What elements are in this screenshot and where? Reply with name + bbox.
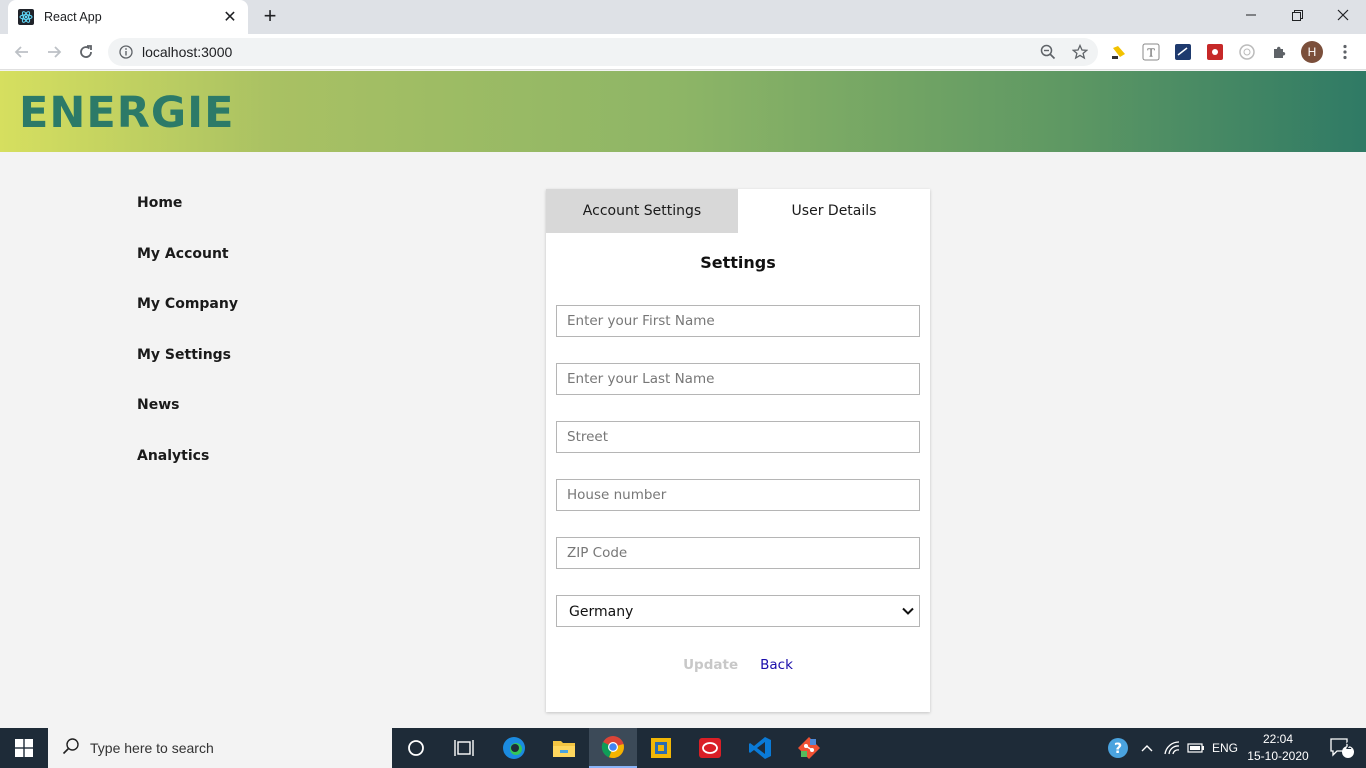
update-button[interactable]: Update	[683, 657, 738, 673]
last-name-input[interactable]	[556, 363, 920, 395]
zoom-icon[interactable]	[1036, 40, 1060, 64]
back-arrow-icon[interactable]	[10, 40, 34, 64]
brand-logo-text: ENERGIE	[19, 88, 235, 138]
tab-account-settings[interactable]: Account Settings	[546, 189, 738, 233]
extension-red-icon[interactable]	[1204, 41, 1226, 63]
battery-icon[interactable]	[1184, 728, 1208, 768]
windows-start-icon[interactable]	[0, 728, 48, 768]
bookmark-star-icon[interactable]	[1068, 40, 1092, 64]
language-indicator[interactable]: ENG	[1212, 741, 1238, 755]
tab-close-icon[interactable]: ✕	[222, 7, 238, 27]
notification-count: 2	[1346, 741, 1352, 752]
task-view-icon[interactable]	[440, 728, 488, 768]
minimize-icon[interactable]	[1228, 0, 1274, 30]
taskbar-search-placeholder: Type here to search	[90, 740, 214, 756]
taskbar-clock[interactable]: 22:04 15-10-2020	[1244, 731, 1312, 765]
extension-terminal-icon[interactable]	[1172, 41, 1194, 63]
menu-kebab-icon[interactable]	[1334, 41, 1356, 63]
creative-cloud-icon[interactable]	[686, 728, 734, 768]
edge-browser-icon[interactable]	[490, 728, 538, 768]
wifi-icon[interactable]	[1160, 728, 1184, 768]
new-tab-icon[interactable]: +	[258, 5, 282, 29]
house-number-input[interactable]	[556, 479, 920, 511]
svg-text:?: ?	[1114, 741, 1122, 757]
tab-title: React App	[44, 10, 102, 24]
windows-taskbar: Type here to search ? ENG 22:04 15-10-20…	[0, 728, 1366, 768]
reload-icon[interactable]	[74, 40, 98, 64]
react-favicon-icon	[18, 9, 34, 25]
file-explorer-icon[interactable]	[540, 728, 588, 768]
restore-icon[interactable]	[1274, 0, 1320, 30]
extension-t-icon[interactable]: T	[1140, 41, 1162, 63]
tab-user-details[interactable]: User Details	[738, 189, 930, 233]
git-app-icon[interactable]	[785, 728, 833, 768]
country-select[interactable]: Germany	[556, 595, 920, 627]
extensions-puzzle-icon[interactable]	[1268, 41, 1290, 63]
extension-circle-icon[interactable]	[1236, 41, 1258, 63]
close-window-icon[interactable]	[1320, 0, 1366, 30]
vscode-icon[interactable]	[736, 728, 784, 768]
browser-toolbar: localhost:3000 T H	[0, 34, 1366, 70]
url-text: localhost:3000	[142, 44, 233, 60]
forward-arrow-icon[interactable]	[42, 40, 66, 64]
sidebar-item-my-company[interactable]: My Company	[137, 296, 238, 347]
sidebar-item-home[interactable]: Home	[137, 195, 238, 246]
settings-card: Account Settings User Details Settings G…	[546, 189, 930, 712]
sidebar-item-my-account[interactable]: My Account	[137, 246, 238, 297]
browser-tabstrip: React App ✕ +	[0, 0, 1366, 34]
user-details-form: Germany	[556, 305, 920, 627]
taskbar-search[interactable]: Type here to search	[48, 728, 392, 768]
info-icon[interactable]	[118, 44, 134, 60]
settings-title: Settings	[700, 253, 776, 272]
clock-time: 22:04	[1262, 732, 1294, 746]
zip-code-input[interactable]	[556, 537, 920, 569]
help-icon[interactable]: ?	[1098, 728, 1138, 768]
street-input[interactable]	[556, 421, 920, 453]
profile-avatar[interactable]: H	[1301, 41, 1323, 63]
chevron-down-icon	[901, 604, 915, 618]
first-name-input[interactable]	[556, 305, 920, 337]
app-header: ENERGIE	[0, 71, 1366, 152]
cortana-icon[interactable]	[392, 728, 440, 768]
search-icon	[62, 737, 80, 760]
card-tabs: Account Settings User Details	[546, 189, 930, 233]
sidebar-item-my-settings[interactable]: My Settings	[137, 347, 238, 398]
country-select-value: Germany	[569, 604, 634, 620]
back-link[interactable]: Back	[760, 657, 793, 673]
extension-highlighter-icon[interactable]	[1108, 41, 1130, 63]
chevron-up-icon[interactable]	[1136, 728, 1158, 768]
address-bar[interactable]: localhost:3000	[108, 38, 1098, 66]
clock-date: 15-10-2020	[1247, 749, 1309, 763]
form-actions: Update Back	[546, 657, 930, 673]
browser-tab[interactable]: React App ✕	[8, 0, 248, 34]
notification-center-icon[interactable]: 2	[1318, 728, 1366, 768]
sidebar-item-news[interactable]: News	[137, 397, 238, 448]
app-yellow-icon[interactable]	[637, 728, 685, 768]
chrome-browser-icon[interactable]	[589, 728, 637, 768]
sidebar-nav: Home My Account My Company My Settings N…	[137, 195, 238, 498]
sidebar-item-analytics[interactable]: Analytics	[137, 448, 238, 499]
svg-text:T: T	[1147, 47, 1155, 60]
